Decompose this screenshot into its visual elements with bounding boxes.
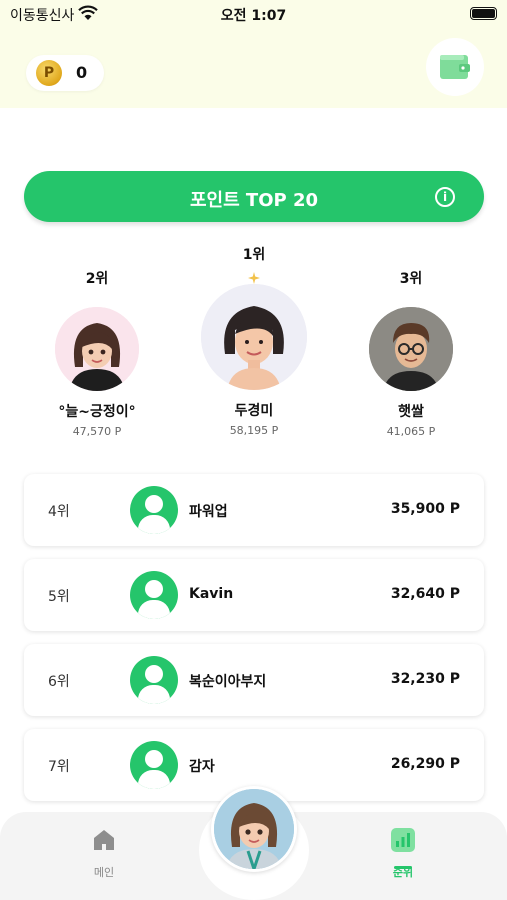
home-icon <box>94 830 114 850</box>
tab-home-label: 메인 <box>93 866 115 879</box>
podium-name: °늘~긍정이° <box>58 404 136 420</box>
points-top20-banner: 포인트 TOP 20 i <box>24 171 484 222</box>
row-name: Kavin <box>189 586 234 602</box>
avatar <box>214 789 294 869</box>
podium-first[interactable]: 1위 두경미 58,195 P <box>199 244 309 437</box>
user-avatar-icon <box>130 571 178 619</box>
row-rank: 5위 <box>48 589 70 605</box>
row-rank: 6위 <box>48 674 70 690</box>
status-bar: 이동통신사 오전 1:07 <box>0 0 507 28</box>
info-icon[interactable]: i <box>435 187 455 207</box>
user-avatar-icon <box>130 486 178 534</box>
row-rank: 4위 <box>48 504 70 520</box>
podium-third[interactable]: 3위 햇쌀 41,065 P <box>361 268 461 438</box>
avatar <box>369 307 453 391</box>
row-name: 파워업 <box>189 504 228 520</box>
point-balance[interactable]: P 0 <box>26 55 104 91</box>
active-tab-indicator <box>394 866 412 869</box>
point-balance-value: 0 <box>76 63 88 82</box>
tab-ranking[interactable]: 순위 <box>373 828 433 880</box>
row-points: 32,640 P <box>390 586 460 602</box>
wallet-button[interactable] <box>426 38 484 96</box>
row-rank: 7위 <box>48 759 70 775</box>
row-points: 32,230 P <box>390 671 460 687</box>
battery-icon <box>470 7 497 20</box>
avatar <box>55 307 139 391</box>
ranking-chart-icon <box>391 828 415 852</box>
user-avatar-icon <box>130 741 178 789</box>
avatar <box>201 284 307 390</box>
podium-rank: 3위 <box>399 271 423 287</box>
podium-points: 41,065 P <box>386 425 436 438</box>
row-points: 26,290 P <box>390 756 460 772</box>
profile-avatar-button[interactable] <box>211 786 297 872</box>
status-time: 오전 1:07 <box>220 8 287 24</box>
podium-name: 두경미 <box>234 403 274 419</box>
podium-second[interactable]: 2위 °늘~긍정이° 47,570 P <box>47 268 147 438</box>
user-avatar-icon <box>130 656 178 704</box>
ranking-row[interactable]: 4위 파워업 35,900 P <box>24 474 484 546</box>
coin-icon: P <box>36 60 62 86</box>
row-name: 복순이아부지 <box>189 674 267 690</box>
podium-points: 58,195 P <box>229 424 279 437</box>
ranking-row[interactable]: 5위 Kavin 32,640 P <box>24 559 484 631</box>
row-name: 감자 <box>189 759 215 775</box>
sparkle-icon <box>248 272 260 284</box>
podium-points: 47,570 P <box>72 425 122 438</box>
ranking-row[interactable]: 6위 복순이아부지 32,230 P <box>24 644 484 716</box>
podium-rank: 1위 <box>242 247 266 263</box>
wallet-icon <box>440 55 470 79</box>
page-title: 포인트 TOP 20 <box>189 190 319 211</box>
podium-rank: 2위 <box>85 271 109 287</box>
row-points: 35,900 P <box>390 501 460 517</box>
podium-name: 햇쌀 <box>398 404 424 420</box>
tab-home[interactable]: 메인 <box>74 828 134 880</box>
